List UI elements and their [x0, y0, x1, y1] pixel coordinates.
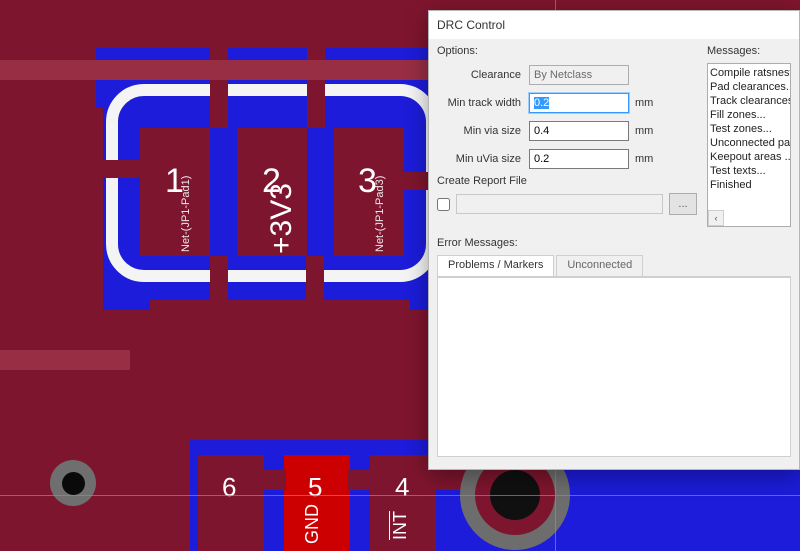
drc-control-dialog[interactable]: DRC Control Options: Clearance Min track… — [428, 10, 800, 470]
messages-list[interactable]: Compile ratsnest...Pad clearances...Trac… — [707, 63, 791, 227]
pad-number: 4 — [395, 472, 409, 503]
report-path-field — [456, 194, 663, 214]
min-track-width-input[interactable] — [529, 93, 629, 113]
net-name: Net-(JP1-Pad3) — [374, 176, 386, 252]
net-name: Net-(JP1-Pad1) — [180, 176, 192, 252]
net-name: INT — [390, 511, 411, 540]
min-via-size-label: Min via size — [437, 125, 529, 137]
message-item[interactable]: Pad clearances... — [710, 80, 790, 94]
tab-problems-markers[interactable]: Problems / Markers — [437, 255, 554, 276]
message-item[interactable]: Unconnected pads... — [710, 136, 790, 150]
error-tabs: Problems / Markers Unconnected — [437, 255, 791, 277]
pad-number: 5 — [308, 472, 322, 503]
unit-label: mm — [629, 125, 659, 137]
message-item[interactable]: Compile ratsnest... — [710, 66, 790, 80]
unit-label: mm — [629, 97, 659, 109]
net-name: GND — [302, 504, 323, 544]
message-item[interactable]: Test zones... — [710, 122, 790, 136]
net-name: +3V3 — [265, 183, 299, 254]
messages-group: Messages: Compile ratsnest...Pad clearan… — [707, 45, 791, 227]
clearance-value — [529, 65, 629, 85]
message-item[interactable]: Fill zones... — [710, 108, 790, 122]
group-heading: Error Messages: — [437, 237, 791, 249]
cursor-crosshair-h — [0, 495, 800, 496]
dialog-body: Options: Clearance Min track width mm Mi… — [429, 39, 799, 469]
min-track-width-label: Min track width — [437, 97, 529, 109]
group-heading: Messages: — [707, 45, 791, 57]
dialog-title[interactable]: DRC Control — [429, 11, 799, 39]
browse-button[interactable]: ... — [669, 193, 697, 215]
group-heading: Options: — [437, 45, 697, 57]
via[interactable] — [50, 460, 96, 506]
min-via-size-input[interactable] — [529, 121, 629, 141]
scroll-left-icon[interactable]: ‹ — [708, 210, 724, 226]
message-item[interactable]: Keepout areas ... — [710, 150, 790, 164]
clearance-label: Clearance — [437, 69, 529, 81]
min-uvia-size-label: Min uVia size — [437, 153, 529, 165]
unit-label: mm — [629, 153, 659, 165]
pcb-editor-viewport: 1 Net-(JP1-Pad1) 2 +3V3 3 Net-(JP1-Pad3)… — [0, 0, 800, 551]
tab-unconnected[interactable]: Unconnected — [556, 255, 643, 276]
error-list-panel[interactable] — [437, 277, 791, 457]
options-group: Options: Clearance Min track width mm Mi… — [437, 45, 697, 227]
pad-6[interactable] — [198, 455, 264, 551]
message-item[interactable]: Track clearances... — [710, 94, 790, 108]
message-item[interactable]: Finished — [710, 178, 790, 192]
pad-number: 6 — [222, 472, 236, 503]
message-item[interactable]: Test texts... — [710, 164, 790, 178]
error-messages-group: Error Messages: Problems / Markers Uncon… — [437, 237, 791, 457]
create-report-label: Create Report File — [437, 175, 697, 187]
create-report-checkbox[interactable] — [437, 198, 450, 211]
min-uvia-size-input[interactable] — [529, 149, 629, 169]
